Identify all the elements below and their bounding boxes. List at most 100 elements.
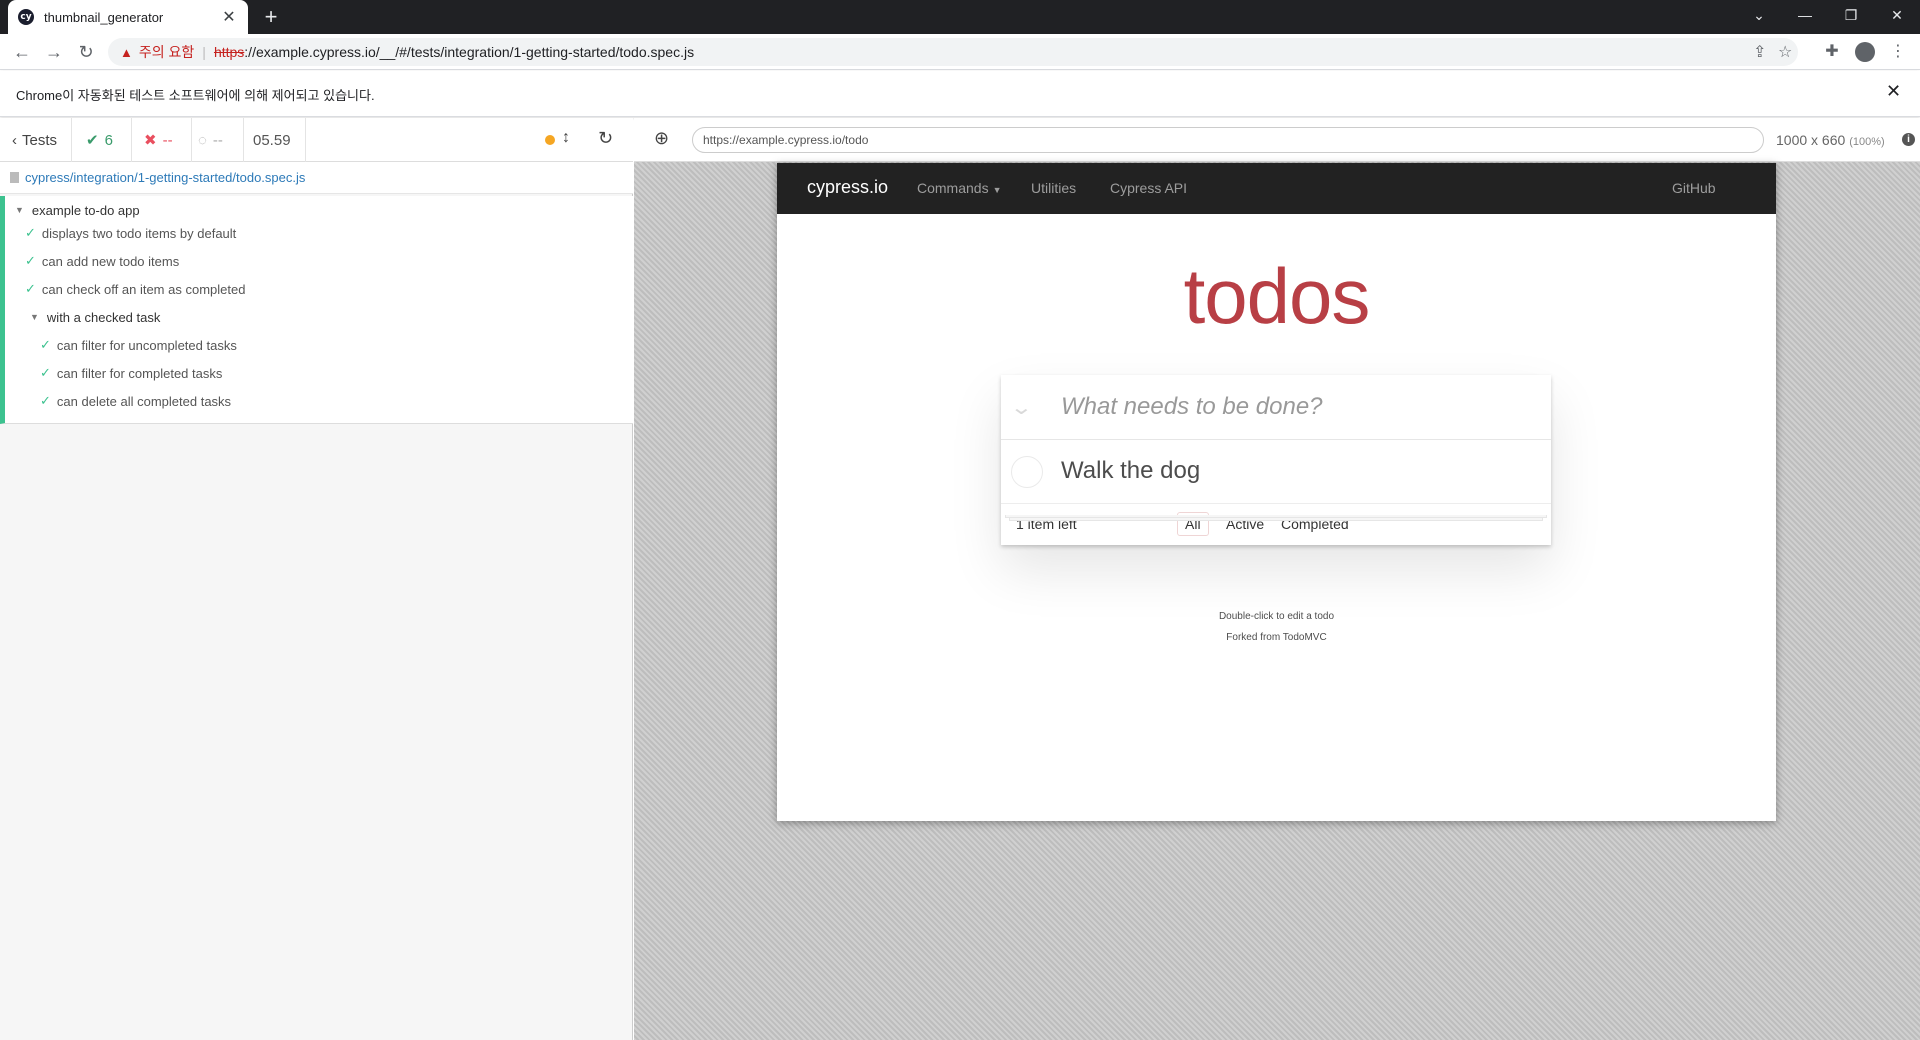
todo-toggle-checkbox[interactable] bbox=[1011, 456, 1043, 488]
site-navbar: cypress.io Commands ▼ Utilities Cypress A… bbox=[777, 163, 1776, 214]
test-row[interactable]: ✓ can filter for uncompleted tasks bbox=[5, 331, 237, 359]
nested-suite-title: with a checked task bbox=[46, 309, 161, 325]
reload-icon[interactable]: ↻ bbox=[74, 40, 98, 64]
viewport-scale: (100%) bbox=[1849, 136, 1885, 148]
test-row[interactable]: ✓ can delete all completed tasks bbox=[5, 387, 231, 415]
todo-label[interactable]: Walk the dog bbox=[1061, 457, 1200, 485]
url-text: ://example.cypress.io/__/#/tests/integra… bbox=[244, 44, 695, 60]
autoscroll-toggle-icon[interactable]: ↕ bbox=[562, 129, 570, 147]
extensions-puzzle-icon[interactable]: ✚ bbox=[1820, 40, 1844, 64]
test-row[interactable]: ✓ can filter for completed tasks bbox=[5, 359, 222, 387]
viewport-dimensions: 1000 x 660 bbox=[1776, 132, 1846, 148]
check-icon: ✓ bbox=[40, 393, 51, 408]
passed-value: 6 bbox=[104, 131, 113, 149]
test-title: can check off an item as completed bbox=[41, 281, 246, 297]
passed-count: ✔ 6 bbox=[72, 118, 132, 162]
nav-cypress-api[interactable]: Cypress API bbox=[1110, 180, 1187, 196]
profile-avatar-icon[interactable] bbox=[1855, 42, 1875, 62]
share-icon[interactable]: ⇪ bbox=[1753, 42, 1766, 62]
chevron-left-icon: ‹ bbox=[12, 131, 17, 149]
check-icon: ✔ bbox=[86, 132, 99, 149]
todo-app: ⌄ What needs to be done? Walk the dog 1 … bbox=[1001, 375, 1551, 545]
info-forked-from[interactable]: Forked from TodoMVC bbox=[777, 627, 1776, 648]
test-title: can filter for completed tasks bbox=[56, 365, 223, 381]
spec-file-path[interactable]: cypress/integration/1-getting-started/to… bbox=[0, 162, 633, 194]
test-title: can delete all completed tasks bbox=[56, 393, 232, 409]
nav-utilities[interactable]: Utilities bbox=[1031, 180, 1076, 196]
failed-value: -- bbox=[162, 131, 173, 149]
close-window-button[interactable]: ✕ bbox=[1874, 0, 1920, 34]
tab-search-icon[interactable]: ⌄ bbox=[1736, 0, 1782, 34]
running-indicator-dot bbox=[545, 135, 555, 145]
tab-close-icon[interactable]: ✕ bbox=[220, 7, 238, 27]
tests-back-button[interactable]: ‹ Tests bbox=[0, 118, 72, 162]
warning-icon: ▲ bbox=[120, 44, 133, 60]
file-icon bbox=[10, 172, 19, 183]
pending-value: -- bbox=[212, 131, 223, 149]
check-icon: ✓ bbox=[40, 365, 51, 380]
x-icon: ✖ bbox=[144, 132, 157, 149]
check-icon: ✓ bbox=[25, 225, 36, 240]
todos-heading: todos bbox=[1183, 252, 1371, 340]
nav-commands-dropdown[interactable]: Commands ▼ bbox=[917, 180, 1002, 196]
browser-tab[interactable]: cy thumbnail_generator ✕ bbox=[8, 0, 248, 34]
aut-header: ⊕ https://example.cypress.io/todo 1000 x… bbox=[634, 118, 1920, 162]
info-icon[interactable]: i bbox=[1902, 133, 1915, 146]
pending-count: ◌ -- bbox=[192, 118, 244, 162]
aut-iframe: cypress.io Commands ▼ Utilities Cypress A… bbox=[777, 163, 1776, 821]
check-icon: ✓ bbox=[25, 253, 36, 268]
toggle-all-chevron-icon[interactable]: ⌄ bbox=[1010, 395, 1033, 420]
automation-infobar: Chrome이 자동화된 테스트 소프트웨어에 의해 제어되고 있습니다. ✕ bbox=[0, 71, 1920, 117]
restore-button[interactable]: ❐ bbox=[1828, 0, 1874, 34]
forward-arrow-icon[interactable]: → bbox=[42, 40, 66, 64]
caret-down-icon: ▼ bbox=[30, 312, 39, 322]
test-row[interactable]: ✓ can check off an item as completed bbox=[5, 275, 245, 303]
selector-playground-crosshair-icon[interactable]: ⊕ bbox=[654, 128, 669, 149]
test-row[interactable]: ✓ can add new todo items bbox=[5, 247, 179, 275]
browser-tab-strip: cy thumbnail_generator ✕ + ⌄ — ❐ ✕ bbox=[0, 0, 1920, 34]
caret-down-icon: ▼ bbox=[15, 205, 24, 215]
omnibox[interactable]: ▲ 주의 요함 | https://example.cypress.io/__/… bbox=[108, 38, 1798, 66]
new-tab-button[interactable]: + bbox=[258, 4, 284, 30]
todo-item[interactable]: Walk the dog bbox=[1001, 440, 1551, 504]
aut-url-field[interactable]: https://example.cypress.io/todo bbox=[692, 127, 1764, 153]
rerun-icon[interactable]: ↻ bbox=[598, 128, 613, 149]
menu-kebab-icon[interactable]: ⋮ bbox=[1886, 40, 1910, 64]
test-title: can filter for uncompleted tasks bbox=[56, 337, 237, 353]
tab-title: thumbnail_generator bbox=[44, 9, 164, 25]
infobar-close-icon[interactable]: ✕ bbox=[1886, 81, 1901, 102]
pending-circle-icon: ◌ bbox=[198, 131, 207, 149]
cypress-reporter: ‹ Tests ✔ 6 ✖ -- ◌ -- 05.59 ↕ ↻ cypress/… bbox=[0, 118, 633, 1040]
minimize-button[interactable]: — bbox=[1782, 0, 1828, 34]
failed-count: ✖ -- bbox=[132, 118, 192, 162]
info-edit-hint: Double-click to edit a todo bbox=[1218, 611, 1335, 622]
new-todo-input[interactable]: What needs to be done? bbox=[1061, 393, 1323, 421]
runnables-list: ▼ example to-do app ✓ displays two todo … bbox=[0, 196, 633, 424]
duration: 05.59 bbox=[244, 118, 306, 162]
test-title: can add new todo items bbox=[41, 253, 180, 269]
todo-footer: 1 item left All Active Completed bbox=[1001, 504, 1551, 545]
check-icon: ✓ bbox=[25, 281, 36, 296]
test-title: displays two todo items by default bbox=[41, 225, 237, 241]
nav-commands-label: Commands bbox=[917, 180, 989, 196]
caret-down-icon: ▼ bbox=[992, 185, 1002, 195]
reporter-header: ‹ Tests ✔ 6 ✖ -- ◌ -- 05.59 ↕ ↻ bbox=[0, 118, 633, 162]
infobar-message: Chrome이 자동화된 테스트 소프트웨어에 의해 제어되고 있습니다. bbox=[16, 88, 375, 103]
site-brand[interactable]: cypress.io bbox=[807, 177, 888, 198]
nav-github[interactable]: GitHub bbox=[1672, 180, 1716, 196]
viewport-size: 1000 x 660 (100%) bbox=[1776, 132, 1885, 148]
new-todo-row: ⌄ What needs to be done? bbox=[1001, 375, 1551, 440]
bookmark-star-icon[interactable]: ☆ bbox=[1778, 42, 1792, 62]
tests-label: Tests bbox=[22, 131, 58, 149]
test-row[interactable]: ✓ displays two todo items by default bbox=[5, 219, 236, 247]
omnibox-separator: | bbox=[202, 44, 206, 60]
spec-path-text: cypress/integration/1-getting-started/to… bbox=[25, 170, 306, 185]
check-icon: ✓ bbox=[40, 337, 51, 352]
stacked-page-edge bbox=[1009, 518, 1543, 521]
security-warning-label[interactable]: 주의 요함 bbox=[139, 42, 194, 62]
cypress-favicon-icon: cy bbox=[18, 9, 34, 25]
suite-title: example to-do app bbox=[31, 202, 140, 218]
nested-suite-row[interactable]: ▼ with a checked task bbox=[5, 303, 160, 331]
back-arrow-icon[interactable]: ← bbox=[10, 40, 34, 64]
address-bar-row: ← → ↻ ▲ 주의 요함 | https://example.cypress.… bbox=[0, 34, 1920, 70]
